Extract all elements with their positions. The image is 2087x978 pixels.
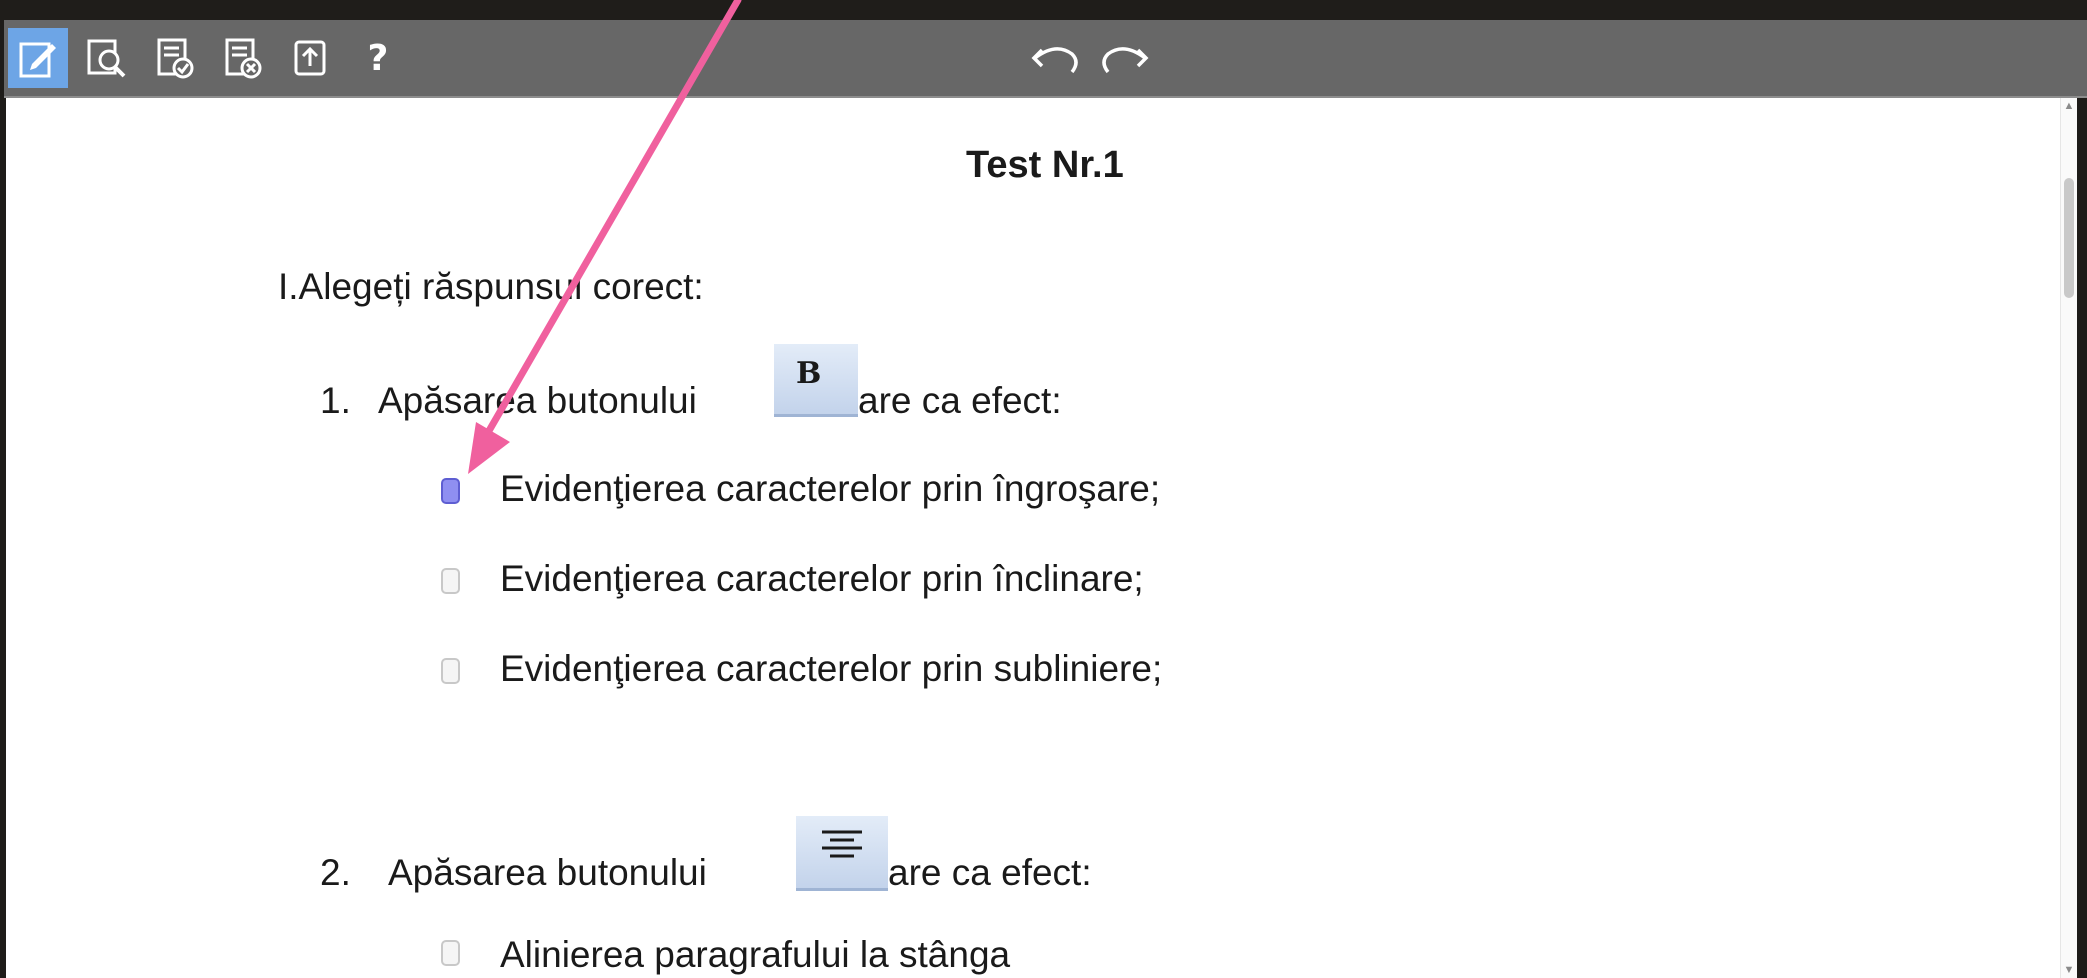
redo-button[interactable] (1094, 28, 1154, 88)
bold-glyph: B (796, 356, 822, 391)
export-button[interactable] (280, 28, 340, 88)
option-1-3-label: Evidenţierea caracterelor prin sublinier… (500, 648, 1163, 689)
document-title: Test Nr.1 (966, 144, 1124, 186)
toolbar: ? (4, 20, 2087, 98)
option-1-1-label: Evidenţierea caracterelor prin îngroşare… (500, 468, 1161, 509)
help-button[interactable]: ? (348, 28, 408, 88)
section-heading: I.Alegeți răspunsul corect: (278, 266, 704, 307)
question-1-suffix: are ca efect: (858, 380, 1062, 421)
option-1-3-checkbox[interactable] (441, 658, 460, 684)
option-2-1-checkbox[interactable] (441, 940, 460, 966)
export-icon (288, 36, 332, 80)
redo-icon (1096, 36, 1152, 80)
align-center-icon (796, 816, 888, 891)
undo-icon (1028, 36, 1084, 80)
help-label: ? (367, 37, 389, 79)
question-2-prefix: Apăsarea butonului (388, 852, 707, 893)
edit-icon (16, 36, 60, 80)
scroll-down-icon[interactable]: ▼ (2063, 964, 2075, 976)
option-2-1-label: Alinierea paragrafului la stânga (500, 934, 1011, 975)
question-1-prefix: Apăsarea butonului (378, 380, 697, 421)
undo-button[interactable] (1026, 28, 1086, 88)
clear-document-button[interactable] (212, 28, 272, 88)
vertical-scrollbar[interactable]: ▲ ▼ (2060, 98, 2077, 978)
bold-icon: B (774, 344, 858, 417)
option-1-1-checkbox[interactable] (441, 478, 460, 504)
scroll-thumb[interactable] (2064, 178, 2074, 298)
preview-button[interactable] (76, 28, 136, 88)
question-2-suffix: are ca efect: (888, 852, 1092, 893)
window-top-strip (0, 0, 2087, 20)
scroll-up-icon[interactable]: ▲ (2063, 100, 2075, 112)
clear-document-icon (220, 36, 264, 80)
question-1-number: 1. (320, 380, 351, 421)
edit-button[interactable] (8, 28, 68, 88)
preview-icon (84, 36, 128, 80)
document-page: Test Nr.1 I.Alegeți răspunsul corect: 1.… (6, 98, 2077, 978)
check-document-button[interactable] (144, 28, 204, 88)
option-1-2-checkbox[interactable] (441, 568, 460, 594)
question-2-number: 2. (320, 852, 351, 893)
option-1-2-label: Evidenţierea caracterelor prin înclinare… (500, 558, 1144, 599)
check-document-icon (152, 36, 196, 80)
